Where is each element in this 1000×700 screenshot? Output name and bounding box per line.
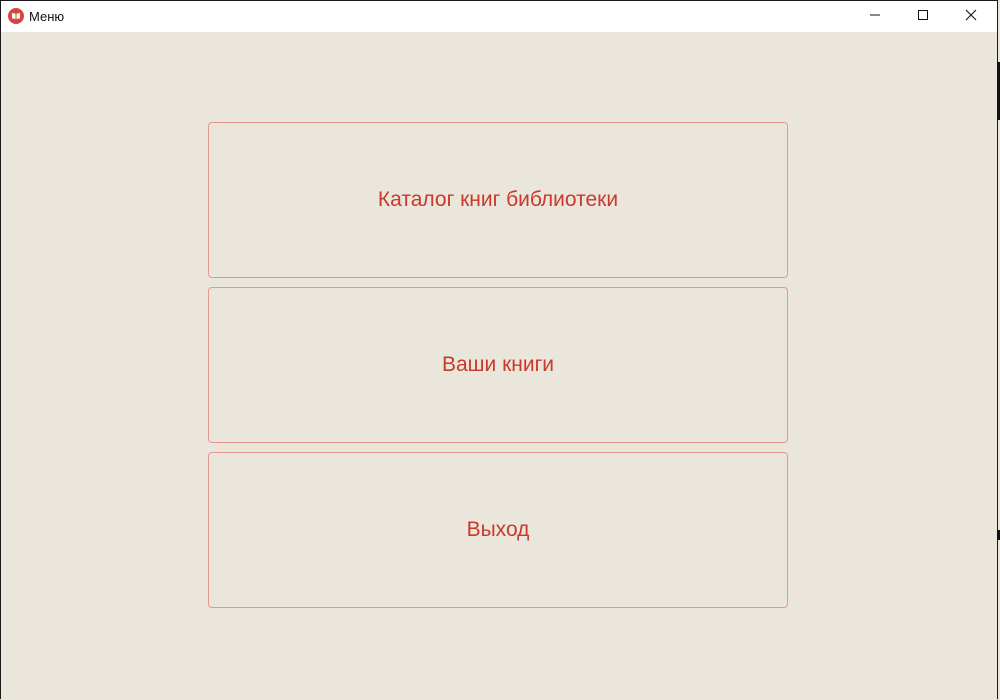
minimize-icon: [869, 8, 881, 26]
exit-label: Выход: [466, 518, 530, 541]
maximize-button[interactable]: [900, 1, 946, 32]
minimize-button[interactable]: [852, 1, 898, 32]
my-books-label: Ваши книги: [441, 353, 554, 376]
my-books-button[interactable]: Ваши книги: [208, 287, 788, 443]
maximize-icon: [917, 8, 929, 26]
window-title: Меню: [29, 9, 65, 24]
close-button[interactable]: [948, 1, 994, 32]
title-bar[interactable]: Меню: [1, 1, 997, 32]
app-window: Меню Каталог книг библиотеки Ваши книги …: [0, 0, 998, 699]
close-icon: [965, 8, 977, 26]
library-catalog-button[interactable]: Каталог книг библиотеки: [208, 122, 788, 278]
book-icon: [8, 8, 24, 24]
exit-button[interactable]: Выход: [208, 452, 788, 608]
library-catalog-label: Каталог книг библиотеки: [377, 188, 619, 211]
menu-content: Каталог книг библиотеки Ваши книги Выход: [1, 32, 997, 700]
